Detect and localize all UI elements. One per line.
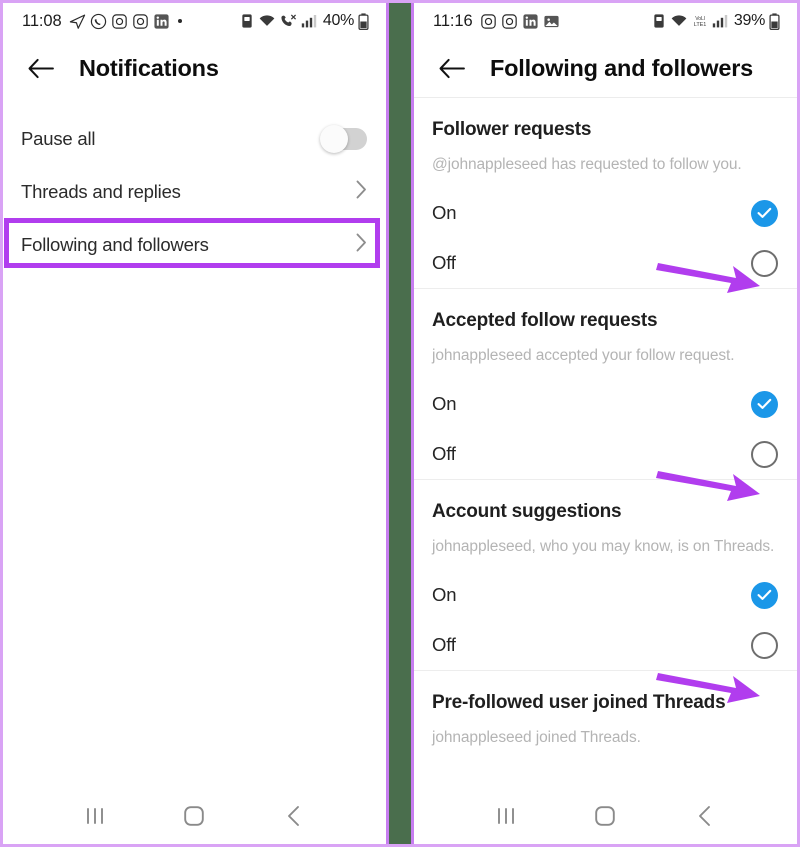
linkedin-icon [522, 13, 539, 30]
settings-row-threads-and-replies[interactable]: Threads and replies [3, 165, 386, 218]
instagram-icon [111, 13, 128, 30]
row-label: Following and followers [21, 233, 209, 255]
option-row-off[interactable]: Off [432, 429, 778, 479]
left-navigation-bar [3, 787, 386, 844]
status-time: 11:08 [22, 11, 62, 30]
radio-selected-icon[interactable] [751, 199, 778, 227]
dot-icon [177, 19, 182, 23]
battery-icon [769, 12, 780, 30]
row-label: Threads and replies [21, 180, 181, 202]
alarm-icon [240, 13, 254, 29]
radio-unselected-icon[interactable] [751, 249, 778, 277]
option-label: Off [432, 252, 456, 273]
svg-text:LTE1: LTE1 [694, 22, 706, 28]
chevron-right-icon [356, 180, 367, 203]
whatsapp-icon [90, 13, 107, 30]
volte-icon: VoLl LTE1 [692, 13, 708, 29]
radio-selected-icon[interactable] [751, 390, 778, 418]
option-row-off[interactable]: Off [432, 620, 778, 670]
battery-percentage: 39% [733, 12, 765, 29]
settings-row-following-and-followers[interactable]: Following and followers [3, 218, 386, 271]
panel-divider [386, 3, 414, 844]
back-arrow-icon[interactable] [434, 51, 468, 85]
notifications-settings-list: Pause all Threads and replies Following … [3, 98, 386, 271]
option-label: Off [432, 634, 456, 655]
right-phone-screen: 11:16 VoLl LTE1 39% Following and follow… [414, 3, 797, 844]
section-title: Follower requests [432, 119, 592, 140]
recents-icon[interactable] [71, 796, 119, 836]
svg-text:VoLl: VoLl [695, 16, 705, 22]
right-navigation-bar [414, 787, 797, 844]
left-phone-screen: 11:08 40% Notifications Pause all Thread… [3, 3, 386, 844]
section-account-suggestions: Account suggestions johnappleseed, who y… [414, 479, 797, 670]
page-title: Notifications [79, 55, 219, 81]
battery-icon [358, 12, 369, 30]
status-time: 11:16 [433, 11, 473, 30]
option-label: Off [432, 443, 456, 464]
back-icon[interactable] [270, 796, 318, 836]
left-status-bar: 11:08 40% [3, 3, 386, 39]
pause-all-toggle[interactable] [320, 124, 367, 153]
section-accepted-follow-requests: Accepted follow requests johnappleseed a… [414, 288, 797, 479]
back-icon[interactable] [681, 796, 729, 836]
option-row-on[interactable]: On [432, 188, 778, 238]
section-title: Accepted follow requests [432, 310, 658, 331]
status-system-icons: VoLl LTE1 39% [652, 12, 780, 30]
signal-icon [712, 13, 728, 29]
option-label: On [432, 393, 457, 414]
status-notification-icons [480, 13, 560, 30]
battery-percentage: 40% [322, 12, 354, 29]
option-row-off[interactable]: Off [432, 238, 778, 288]
toggle-knob [320, 124, 348, 153]
alarm-icon [652, 13, 666, 29]
photo-icon [543, 13, 560, 30]
option-label: On [432, 584, 457, 605]
call-mute-icon [280, 13, 297, 29]
right-status-bar: 11:16 VoLl LTE1 39% [414, 3, 797, 39]
linkedin-icon [153, 13, 170, 30]
home-icon[interactable] [581, 796, 629, 836]
wifi-icon [670, 13, 688, 29]
section-description: @johnappleseed has requested to follow y… [432, 156, 742, 173]
radio-unselected-icon[interactable] [751, 631, 778, 659]
left-app-bar: Notifications [3, 39, 386, 98]
back-arrow-icon[interactable] [23, 52, 57, 86]
instagram-icon [132, 13, 149, 30]
radio-unselected-icon[interactable] [751, 440, 778, 468]
home-icon[interactable] [170, 796, 218, 836]
row-label: Pause all [21, 127, 96, 149]
right-app-bar: Following and followers [414, 39, 797, 98]
recents-icon[interactable] [482, 796, 530, 836]
wifi-icon [258, 13, 276, 29]
instagram-icon [480, 13, 497, 30]
option-row-on[interactable]: On [432, 570, 778, 620]
status-notification-icons [69, 13, 182, 30]
section-description: johnappleseed, who you may know, is on T… [432, 538, 775, 555]
page-title: Following and followers [490, 54, 754, 81]
status-system-icons: 40% [240, 12, 369, 30]
radio-selected-icon[interactable] [751, 581, 778, 609]
option-row-on[interactable]: On [432, 379, 778, 429]
section-follower-requests: Follower requests @johnappleseed has req… [414, 98, 797, 288]
instagram-icon [501, 13, 518, 30]
telegram-icon [69, 13, 86, 30]
settings-row-pause-all[interactable]: Pause all [3, 112, 386, 165]
section-title: Pre-followed user joined Threads [432, 692, 726, 713]
chevron-right-icon [356, 233, 367, 256]
section-description: johnappleseed joined Threads. [432, 729, 641, 746]
section-pre-followed-user-joined-threads: Pre-followed user joined Threads johnapp… [414, 670, 797, 747]
following-followers-sections: Follower requests @johnappleseed has req… [414, 98, 797, 747]
signal-icon [301, 13, 317, 29]
section-description: johnappleseed accepted your follow reque… [432, 347, 735, 364]
section-title: Account suggestions [432, 501, 622, 522]
screenshot-root: 11:08 40% Notifications Pause all Thread… [0, 0, 800, 847]
option-label: On [432, 202, 457, 223]
